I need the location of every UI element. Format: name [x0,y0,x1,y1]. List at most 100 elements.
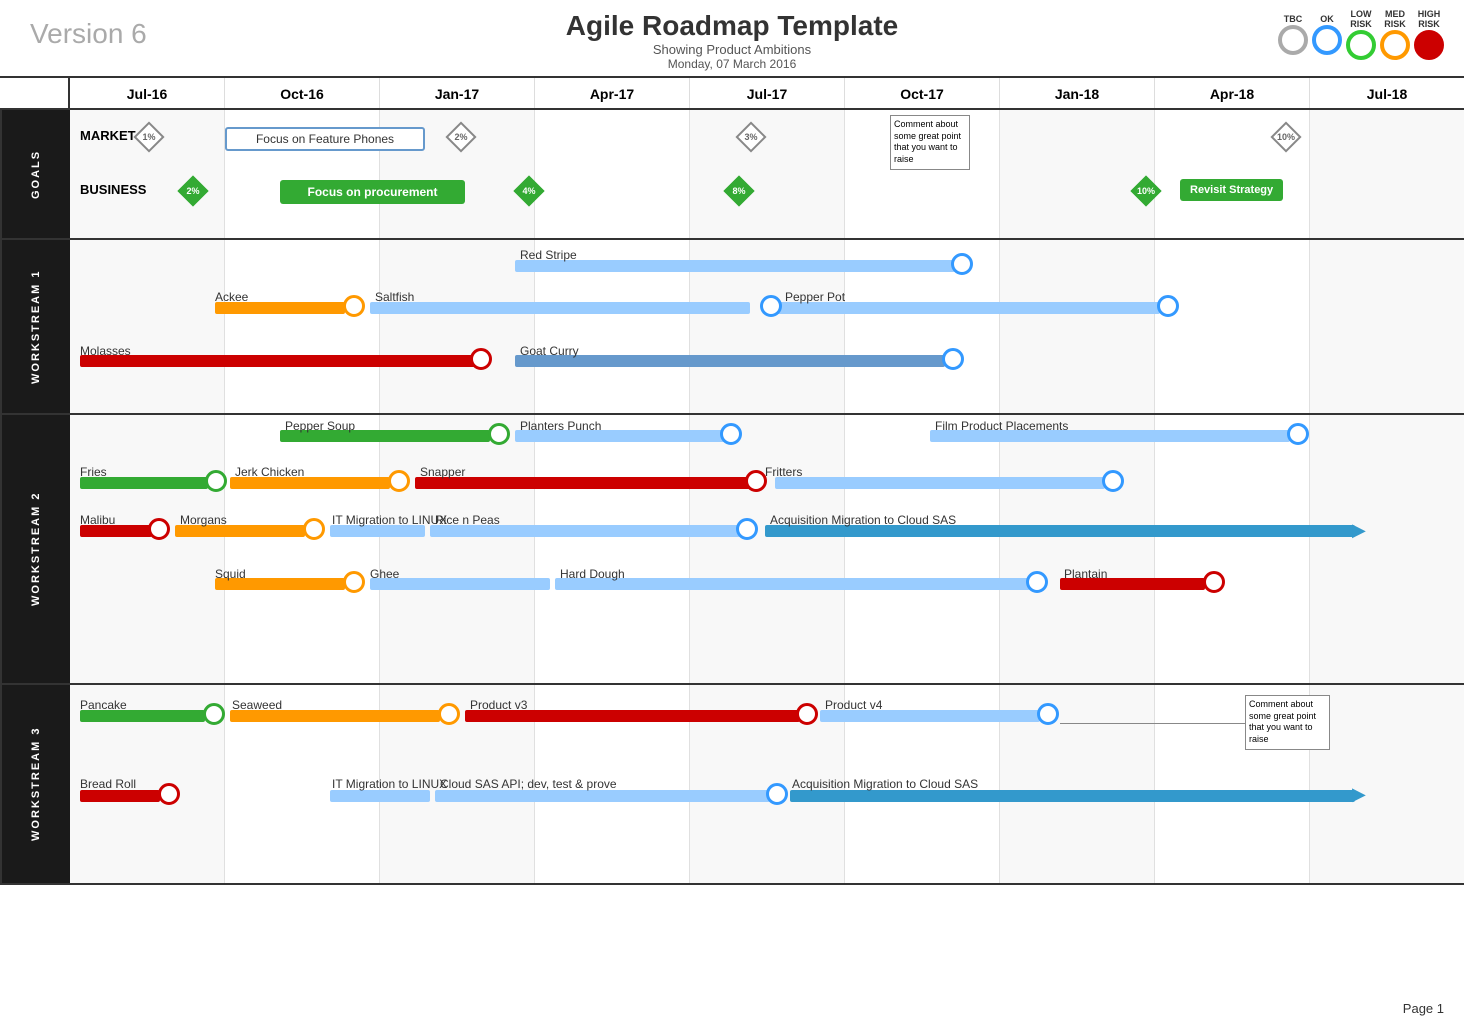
pepper-pot-milestone-end [1157,295,1179,317]
date: Monday, 07 March 2016 [566,57,898,71]
plantain-milestone [1203,571,1225,593]
revisit-strategy-btn[interactable]: Revisit Strategy [1180,179,1283,201]
diamond-2pct-market: 2% [450,126,472,148]
ws3-comment-text: Comment about some great point that you … [1249,699,1316,744]
molasses-bar [80,355,475,367]
page-title: Agile Roadmap Template [566,10,898,42]
bread-roll-label: Bread Roll [80,777,136,791]
legend-row: TBC OK LOWRISK MEDRISK HIGHRISK [1278,10,1444,60]
red-stripe-milestone [951,253,973,275]
planters-punch-label: Planters Punch [520,419,601,433]
diamond-1pct-label: 1% [142,132,155,142]
goals-comment-text: Comment about some great point that you … [894,119,961,164]
ok-label: OK [1320,15,1334,25]
ws2-label: WORKSTREAM 2 [0,415,70,683]
pancake-label: Pancake [80,698,127,712]
planters-punch-milestone [720,423,742,445]
goals-label: GOALS [0,110,70,238]
seaweed-label: Seaweed [232,698,282,712]
pepper-soup-milestone [488,423,510,445]
diamond-8pct: 8% [728,180,750,202]
goals-content: MARKET BUSINESS 1% Focus on Feature Phon… [70,110,1464,238]
rice-n-peas-label: Rice n Peas [435,513,500,527]
diamond-3pct: 3% [740,126,762,148]
business-label: BUSINESS [80,182,146,197]
tbc-label: TBC [1284,15,1303,25]
ghee-label: Ghee [370,567,399,581]
morgans-label: Morgans [180,513,227,527]
rice-n-peas-milestone [736,518,758,540]
cloud-sas-api-bar [435,790,770,802]
focus-procurement-label: Focus on procurement [307,185,437,199]
product-v3-label: Product v3 [470,698,527,712]
morgans-milestone [303,518,325,540]
acquisition-ws2-label: Acquisition Migration to Cloud SAS [770,513,956,527]
col-apr17: Apr-17 [535,78,690,108]
ws2-section: WORKSTREAM 2 Pepper Soup [0,415,1464,685]
legend-med: MEDRISK [1380,10,1410,60]
product-v3-milestone [796,703,818,725]
product-v4-label: Product v4 [825,698,882,712]
col-apr18: Apr-18 [1155,78,1310,108]
low-circle [1346,30,1376,60]
diamond-4pct: 4% [518,180,540,202]
content-wrapper: Jul-16 Oct-16 Jan-17 Apr-17 Jul-17 Oct-1… [0,76,1464,885]
tbc-circle [1278,25,1308,55]
focus-procurement-bar: Focus on procurement [280,180,465,204]
it-migration-ws3-label: IT Migration to LINUX [332,777,447,791]
med-circle [1380,30,1410,60]
diamond-1pct: 1% [138,126,160,148]
ws3-comment-line [1060,723,1245,724]
diamond-2pct-market-label: 2% [454,132,467,142]
ws3-label: WORKSTREAM 3 [0,685,70,883]
pepper-pot-milestone-start [760,295,782,317]
ws1-section: WORKSTREAM 1 Red Stripe [0,240,1464,415]
diamond-10pct-right: 10% [1275,126,1297,148]
ws3-section: WORKSTREAM 3 Pancake [0,685,1464,885]
product-v4-milestone [1037,703,1059,725]
header: Version 6 Agile Roadmap Template Showing… [0,0,1464,76]
cloud-sas-api-label: Cloud SAS API; dev, test & prove [440,777,617,791]
ws1-content: Red Stripe Ackee Saltfish Pepper Pot Mol… [70,240,1464,413]
focus-feature-label: Focus on Feature Phones [256,132,394,146]
seaweed-milestone [438,703,460,725]
diamond-10pct-biz: 10% [1135,180,1157,202]
focus-feature-phones-bar: Focus on Feature Phones [225,127,425,151]
ok-circle [1312,25,1342,55]
goat-curry-bar [515,355,945,367]
malibu-milestone [148,518,170,540]
goals-comment-box: Comment about some great point that you … [890,115,970,170]
acquisition-ws3-arrow: ▶ [1352,784,1366,805]
legend: TBC OK LOWRISK MEDRISK HIGHRISK [1278,10,1444,60]
acquisition-ws3-label: Acquisition Migration to Cloud SAS [792,777,978,791]
snapper-label: Snapper [420,465,465,479]
legend-low: LOWRISK [1346,10,1376,60]
red-stripe-label: Red Stripe [520,248,577,262]
pancake-milestone [203,703,225,725]
col-jul16: Jul-16 [70,78,225,108]
ws3-comment-box: Comment about some great point that you … [1245,695,1330,750]
ws2-grid [70,415,1464,683]
film-product-milestone [1287,423,1309,445]
molasses-label: Molasses [80,344,131,358]
low-label: LOWRISK [1350,10,1372,30]
fritters-milestone [1102,470,1124,492]
jerk-chicken-milestone [388,470,410,492]
ws2-content: Pepper Soup Planters Punch Film Product … [70,415,1464,683]
title-block: Agile Roadmap Template Showing Product A… [566,10,898,71]
pepper-pot-label: Pepper Pot [785,290,845,304]
col-oct16: Oct-16 [225,78,380,108]
malibu-label: Malibu [80,513,115,527]
col-jan18: Jan-18 [1000,78,1155,108]
ws3-content: Pancake Seaweed Product v3 Product v4 Co… [70,685,1464,883]
timeline-header-spacer [0,78,70,108]
goals-section: GOALS MARKET BUSINESS [0,110,1464,240]
fries-milestone [205,470,227,492]
diamond-10pct-biz-label: 10% [1137,186,1155,196]
snapper-milestone [745,470,767,492]
fries-label: Fries [80,465,107,479]
col-jan17: Jan-17 [380,78,535,108]
hard-dough-bar [555,578,1030,590]
version-label: Version 6 [30,18,147,50]
cloud-sas-api-milestone [766,783,788,805]
